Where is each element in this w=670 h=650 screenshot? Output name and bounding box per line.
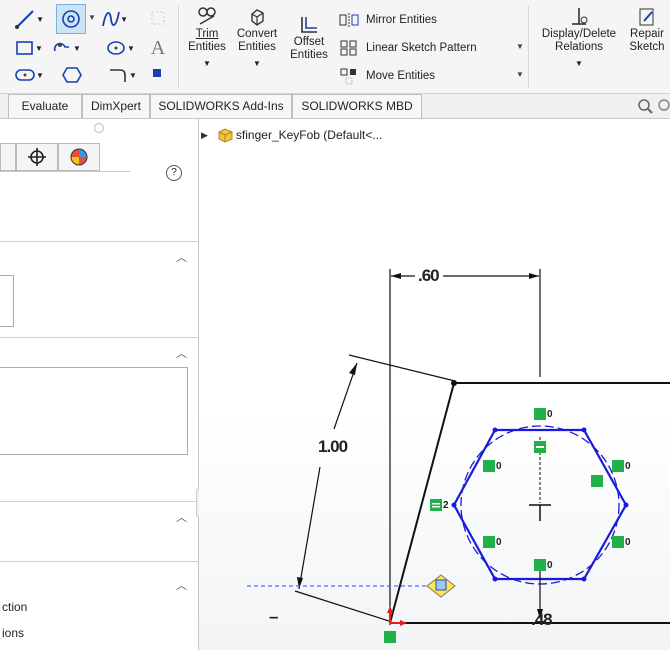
graphics-area[interactable]: ▶ sfinger_KeyFob (Default<... .60 1.00 .…	[199, 119, 670, 650]
linear-pattern-icon	[340, 40, 357, 56]
collapse-chevron-icon[interactable]: ︿	[176, 249, 187, 265]
dimension-line	[298, 466, 321, 590]
convert-label: Convert	[236, 28, 278, 40]
command-manager-ribbon: ▼ ▼ ▼ ▼ ▼ ▼ A ▼ ▼ Trim Entities ▼ Conver…	[0, 0, 670, 94]
selection-box-1[interactable]	[0, 275, 14, 327]
move-label: Move Entities	[366, 70, 436, 82]
trim-label: Trim	[195, 28, 219, 40]
linear-sketch-pattern-button[interactable]: Linear Sketch Pattern	[338, 38, 528, 58]
section-divider	[0, 241, 198, 242]
arrowhead	[297, 577, 303, 589]
repair-sketch-button[interactable]: Repair Sketch	[624, 6, 670, 66]
section-divider	[0, 561, 198, 562]
convert-entities-button[interactable]: Convert Entities ▼	[232, 6, 282, 86]
panel-grip[interactable]	[94, 123, 104, 133]
collapse-chevron-icon[interactable]: ︿	[176, 577, 187, 593]
text-tool-button[interactable]: A	[146, 36, 170, 60]
relation-label: 0	[496, 461, 502, 472]
offset-icon	[301, 17, 317, 33]
crosshair-target-icon	[28, 148, 46, 166]
appearance-sphere-icon	[70, 148, 88, 166]
relation-label: 0	[547, 560, 553, 571]
collapse-chevron-icon[interactable]: ︿	[176, 509, 187, 525]
display-manager-tab[interactable]	[58, 143, 100, 171]
offset-entities-button[interactable]: Offset Entities	[286, 14, 332, 74]
ribbon-separator	[528, 6, 529, 88]
collapse-chevron-icon[interactable]: ︿	[176, 345, 187, 361]
line-tool-button[interactable]: ▼	[14, 6, 44, 32]
dimension-bottom-label[interactable]: .48	[531, 610, 553, 630]
relation-label: 2	[443, 500, 449, 511]
tab-solidworks-add-ins[interactable]: SOLIDWORKS Add-Ins	[150, 94, 292, 118]
relation-label: 0	[496, 537, 502, 548]
origin-arrow	[400, 620, 407, 626]
offset-label-2: Entities	[290, 49, 328, 61]
point-tool-button[interactable]	[148, 8, 168, 28]
arrowhead	[529, 273, 539, 279]
spline-tool-button[interactable]: ▼	[100, 6, 128, 32]
relation-icons[interactable]	[384, 408, 624, 643]
sketch-geometry	[247, 269, 670, 643]
trim-label-2: Entities	[188, 41, 226, 53]
trim-entities-button[interactable]: Trim Entities ▼	[184, 6, 230, 86]
relation-label: 0	[547, 409, 553, 420]
repair-icon	[639, 8, 654, 26]
linear-pattern-label: Linear Sketch Pattern	[366, 42, 477, 54]
dimension-minus-label: –	[269, 607, 279, 626]
relation-label: 0	[625, 461, 631, 472]
slot-tool-button[interactable]: ▼	[46, 36, 86, 60]
fillet-tool-button[interactable]: ▼	[104, 64, 140, 86]
dimxpert-manager-tab[interactable]	[16, 143, 58, 171]
list-item[interactable]: ction	[2, 600, 27, 614]
move-entities-button[interactable]: Move Entities	[338, 66, 518, 86]
mirror-icon	[339, 13, 359, 27]
help-icon[interactable]: ?	[166, 165, 182, 181]
dimension-height-label[interactable]: 1.00	[318, 437, 348, 457]
arrowhead	[391, 273, 401, 279]
panel-tabs	[0, 143, 130, 172]
tab-partial-left[interactable]	[0, 143, 16, 171]
relation-label: 0	[625, 537, 631, 548]
arc-tool-button[interactable]: ▼	[100, 36, 140, 60]
mirror-entities-button[interactable]: Mirror Entities	[338, 10, 518, 30]
search-zoom-icon[interactable]	[636, 97, 654, 118]
circle-tool-button[interactable]	[56, 4, 86, 34]
ellipse-tool-button[interactable]: ▼	[14, 64, 44, 86]
section-divider	[0, 337, 198, 338]
sketch-point-marker[interactable]	[426, 574, 456, 598]
origin-arrow	[387, 606, 393, 613]
tab-solidworks-mbd[interactable]: SOLIDWORKS MBD	[292, 94, 422, 118]
offset-label: Offset	[293, 36, 325, 48]
property-manager-panel: ? ︿ ︿ ︿ ︿ ction ions	[0, 119, 206, 650]
mirror-label: Mirror Entities	[366, 14, 437, 26]
convert-icon	[251, 9, 264, 26]
zoom-area-icon[interactable]	[656, 97, 670, 118]
ribbon-separator	[178, 6, 179, 88]
command-manager-tabs: Evaluate DimXpert SOLIDWORKS Add-Ins SOL…	[0, 94, 670, 119]
trim-icon	[198, 7, 216, 25]
selection-list-box[interactable]	[0, 367, 188, 455]
relations-label-2: Relations	[555, 41, 603, 53]
tab-dimxpert[interactable]: DimXpert	[82, 94, 150, 118]
list-item[interactable]: ions	[2, 626, 24, 640]
tab-evaluate[interactable]: Evaluate	[8, 94, 82, 118]
arrowhead	[349, 363, 357, 375]
repair-label: Repair	[630, 28, 664, 40]
dimension-width-label[interactable]: .60	[418, 266, 440, 286]
relations-icon	[572, 8, 588, 25]
extension-line	[348, 354, 456, 382]
display-delete-relations-button[interactable]: Display/Delete Relations ▼	[534, 6, 624, 86]
construction-geometry-button[interactable]	[150, 66, 164, 80]
move-icon	[340, 68, 356, 85]
section-divider	[0, 501, 198, 502]
extension-line	[294, 590, 390, 622]
convert-label-2: Entities	[238, 41, 276, 53]
rectangle-tool-button[interactable]: ▼	[14, 36, 44, 60]
relations-label: Display/Delete	[541, 28, 617, 40]
polygon-tool-button[interactable]	[60, 64, 84, 86]
repair-label-2: Sketch	[629, 41, 665, 53]
